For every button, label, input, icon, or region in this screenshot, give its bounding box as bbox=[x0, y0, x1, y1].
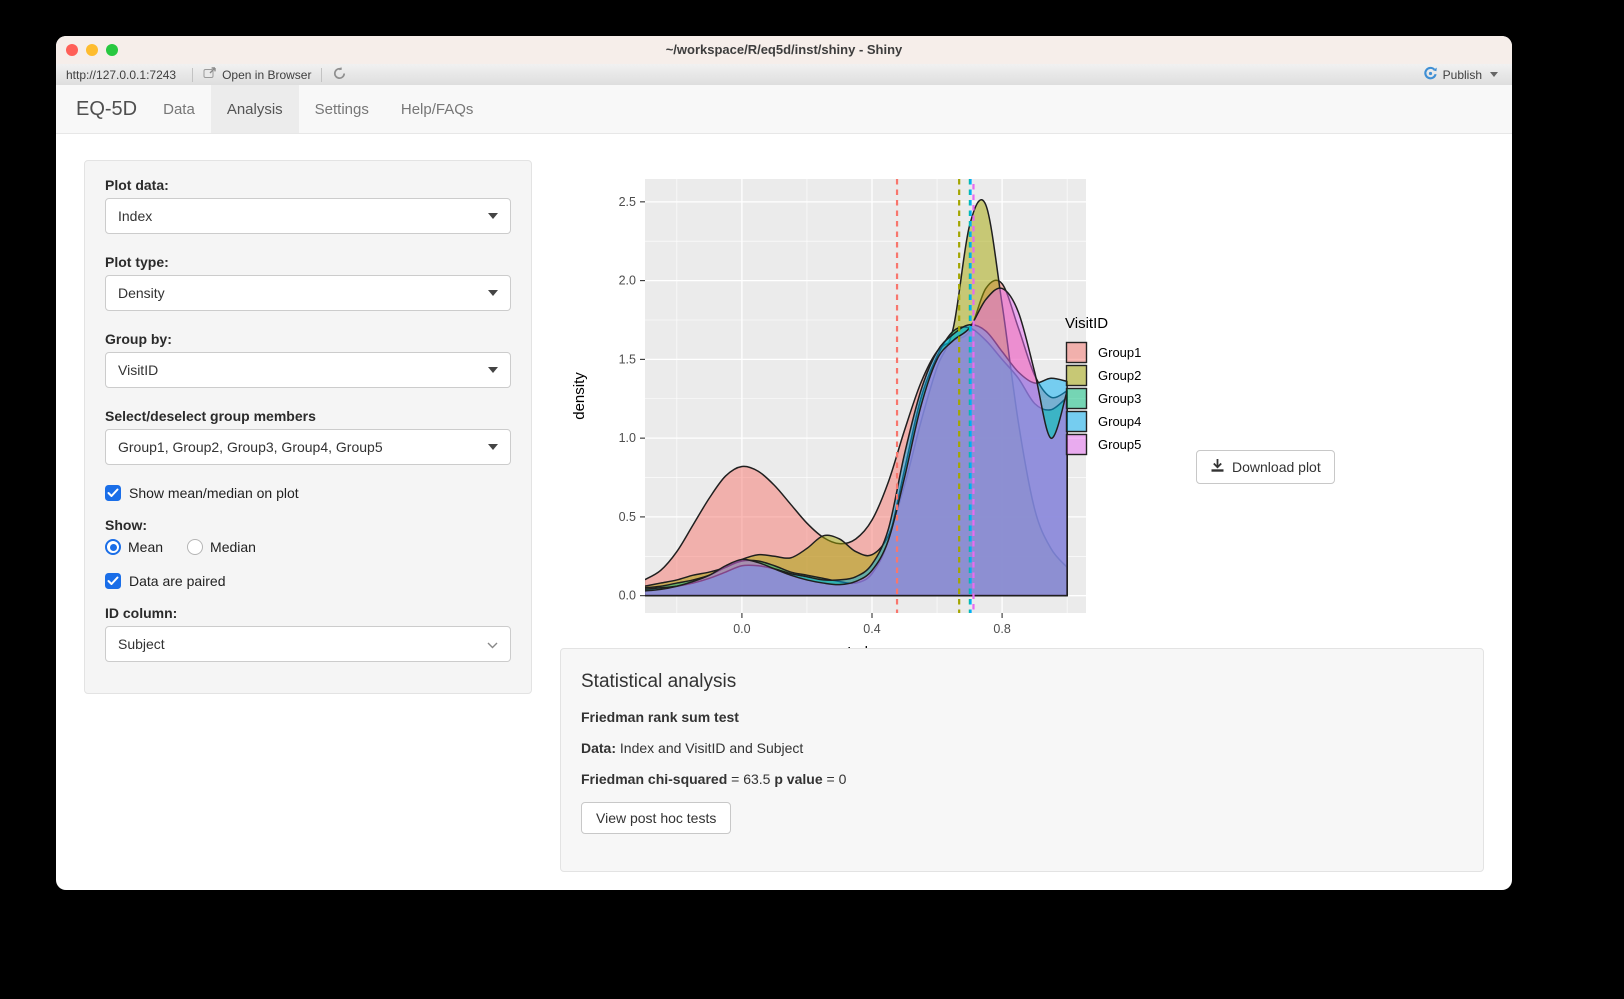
plot-data-value: Index bbox=[118, 208, 152, 224]
navbar-brand: EQ-5D bbox=[76, 85, 137, 133]
svg-text:0.0: 0.0 bbox=[619, 589, 636, 603]
plot-legend: VisitID Group1Group2Group3Group4Group5 bbox=[1065, 315, 1141, 456]
legend-swatch-Group3 bbox=[1065, 387, 1088, 410]
y-axis-title: density bbox=[571, 372, 588, 420]
radio-mean[interactable]: Mean bbox=[105, 539, 163, 555]
id-column-label: ID column: bbox=[105, 605, 511, 621]
browser-toolbar: http://127.0.0.1:7243 Open in Browser Pu… bbox=[56, 64, 1512, 86]
svg-text:0.5: 0.5 bbox=[619, 510, 636, 524]
legend-swatch-Group1 bbox=[1065, 341, 1088, 364]
dropdown-caret-icon bbox=[488, 290, 498, 296]
radio-median[interactable]: Median bbox=[187, 539, 256, 555]
radio-mean-label: Mean bbox=[128, 539, 163, 555]
group-members-value: Group1, Group2, Group3, Group4, Group5 bbox=[118, 439, 383, 455]
group-by-value: VisitID bbox=[118, 362, 158, 378]
show-mean-median-checkbox-row[interactable]: Show mean/median on plot bbox=[105, 485, 511, 501]
download-plot-button[interactable]: Download plot bbox=[1196, 450, 1335, 484]
group-members-label: Select/deselect group members bbox=[105, 408, 511, 424]
tab-data[interactable]: Data bbox=[147, 85, 211, 133]
paired-checkbox-row[interactable]: Data are paired bbox=[105, 573, 511, 589]
stats-title: Statistical analysis bbox=[581, 671, 1463, 693]
legend-item-Group3: Group3 bbox=[1065, 387, 1141, 410]
svg-text:2.5: 2.5 bbox=[619, 195, 636, 209]
legend-item-Group5: Group5 bbox=[1065, 433, 1141, 456]
paired-checkbox-label: Data are paired bbox=[129, 573, 226, 589]
legend-swatch-Group4 bbox=[1065, 410, 1088, 433]
show-label: Show: bbox=[105, 517, 511, 533]
plot-type-label: Plot type: bbox=[105, 254, 511, 270]
download-plot-label: Download plot bbox=[1232, 459, 1321, 475]
paired-checkbox[interactable] bbox=[105, 573, 121, 589]
tab-help-faqs[interactable]: Help/FAQs bbox=[385, 85, 490, 133]
dropdown-caret-icon bbox=[488, 213, 498, 219]
stats-test-name: Friedman rank sum test bbox=[581, 709, 1463, 725]
legend-swatch-Group5 bbox=[1065, 433, 1088, 456]
zoom-window-button[interactable] bbox=[106, 44, 118, 56]
select-chevron-icon bbox=[487, 636, 498, 652]
publish-icon bbox=[1423, 66, 1438, 84]
minimize-window-button[interactable] bbox=[86, 44, 98, 56]
tab-settings[interactable]: Settings bbox=[299, 85, 385, 133]
app-navbar: EQ-5D Data Analysis Settings Help/FAQs bbox=[56, 85, 1512, 134]
id-column-select[interactable]: Subject bbox=[105, 626, 511, 662]
id-column-value: Subject bbox=[118, 636, 165, 652]
open-in-browser-label: Open in Browser bbox=[222, 68, 311, 82]
view-post-hoc-tests-button[interactable]: View post hoc tests bbox=[581, 802, 731, 834]
legend-item-Group1: Group1 bbox=[1065, 341, 1141, 364]
titlebar: ~/workspace/R/eq5d/inst/shiny - Shiny bbox=[56, 36, 1512, 65]
app-window: ~/workspace/R/eq5d/inst/shiny - Shiny ht… bbox=[56, 36, 1512, 890]
legend-swatch-Group2 bbox=[1065, 364, 1088, 387]
publish-label: Publish bbox=[1443, 68, 1482, 82]
radio-mean-circle[interactable] bbox=[105, 539, 121, 555]
publish-caret-icon bbox=[1490, 72, 1498, 77]
svg-text:1.5: 1.5 bbox=[619, 352, 636, 366]
radio-median-label: Median bbox=[210, 539, 256, 555]
url-field[interactable]: http://127.0.0.1:7243 bbox=[56, 68, 186, 82]
toolbar-divider bbox=[321, 68, 322, 82]
publish-button[interactable]: Publish bbox=[1423, 66, 1512, 84]
show-mean-median-checkbox[interactable] bbox=[105, 485, 121, 501]
plot-data-label: Plot data: bbox=[105, 177, 511, 193]
dropdown-caret-icon bbox=[488, 367, 498, 373]
svg-text:0.0: 0.0 bbox=[733, 622, 750, 636]
group-by-label: Group by: bbox=[105, 331, 511, 347]
close-window-button[interactable] bbox=[66, 44, 78, 56]
tab-analysis[interactable]: Analysis bbox=[211, 85, 299, 133]
controls-sidebar: Plot data: Index Plot type: Density Grou… bbox=[84, 160, 532, 694]
stats-result-line: Friedman chi-squared = 63.5 p value = 0 bbox=[581, 771, 1463, 787]
plot-type-dropdown[interactable]: Density bbox=[105, 275, 511, 311]
svg-text:0.8: 0.8 bbox=[993, 622, 1010, 636]
density-plot: 0.00.40.80.00.51.01.52.02.5Indexdensity bbox=[560, 165, 1100, 665]
statistical-analysis-panel: Statistical analysis Friedman rank sum t… bbox=[560, 648, 1484, 872]
plot-type-value: Density bbox=[118, 285, 165, 301]
open-in-browser-button[interactable]: Open in Browser bbox=[199, 67, 315, 82]
legend-item-Group4: Group4 bbox=[1065, 410, 1141, 433]
svg-text:2.0: 2.0 bbox=[619, 274, 636, 288]
legend-item-Group2: Group2 bbox=[1065, 364, 1141, 387]
dropdown-caret-icon bbox=[488, 444, 498, 450]
svg-text:1.0: 1.0 bbox=[619, 431, 636, 445]
toolbar-divider bbox=[192, 68, 193, 82]
radio-median-circle[interactable] bbox=[187, 539, 203, 555]
group-by-dropdown[interactable]: VisitID bbox=[105, 352, 511, 388]
download-icon bbox=[1210, 458, 1225, 476]
legend-title: VisitID bbox=[1065, 315, 1141, 332]
reload-button[interactable] bbox=[328, 66, 351, 84]
stats-data-line: Data: Index and VisitID and Subject bbox=[581, 740, 1463, 756]
reload-icon bbox=[332, 66, 347, 84]
show-mean-median-label: Show mean/median on plot bbox=[129, 485, 299, 501]
window-title: ~/workspace/R/eq5d/inst/shiny - Shiny bbox=[56, 36, 1512, 64]
open-in-browser-icon bbox=[203, 67, 217, 82]
svg-text:0.4: 0.4 bbox=[863, 622, 880, 636]
group-members-dropdown[interactable]: Group1, Group2, Group3, Group4, Group5 bbox=[105, 429, 511, 465]
plot-data-dropdown[interactable]: Index bbox=[105, 198, 511, 234]
